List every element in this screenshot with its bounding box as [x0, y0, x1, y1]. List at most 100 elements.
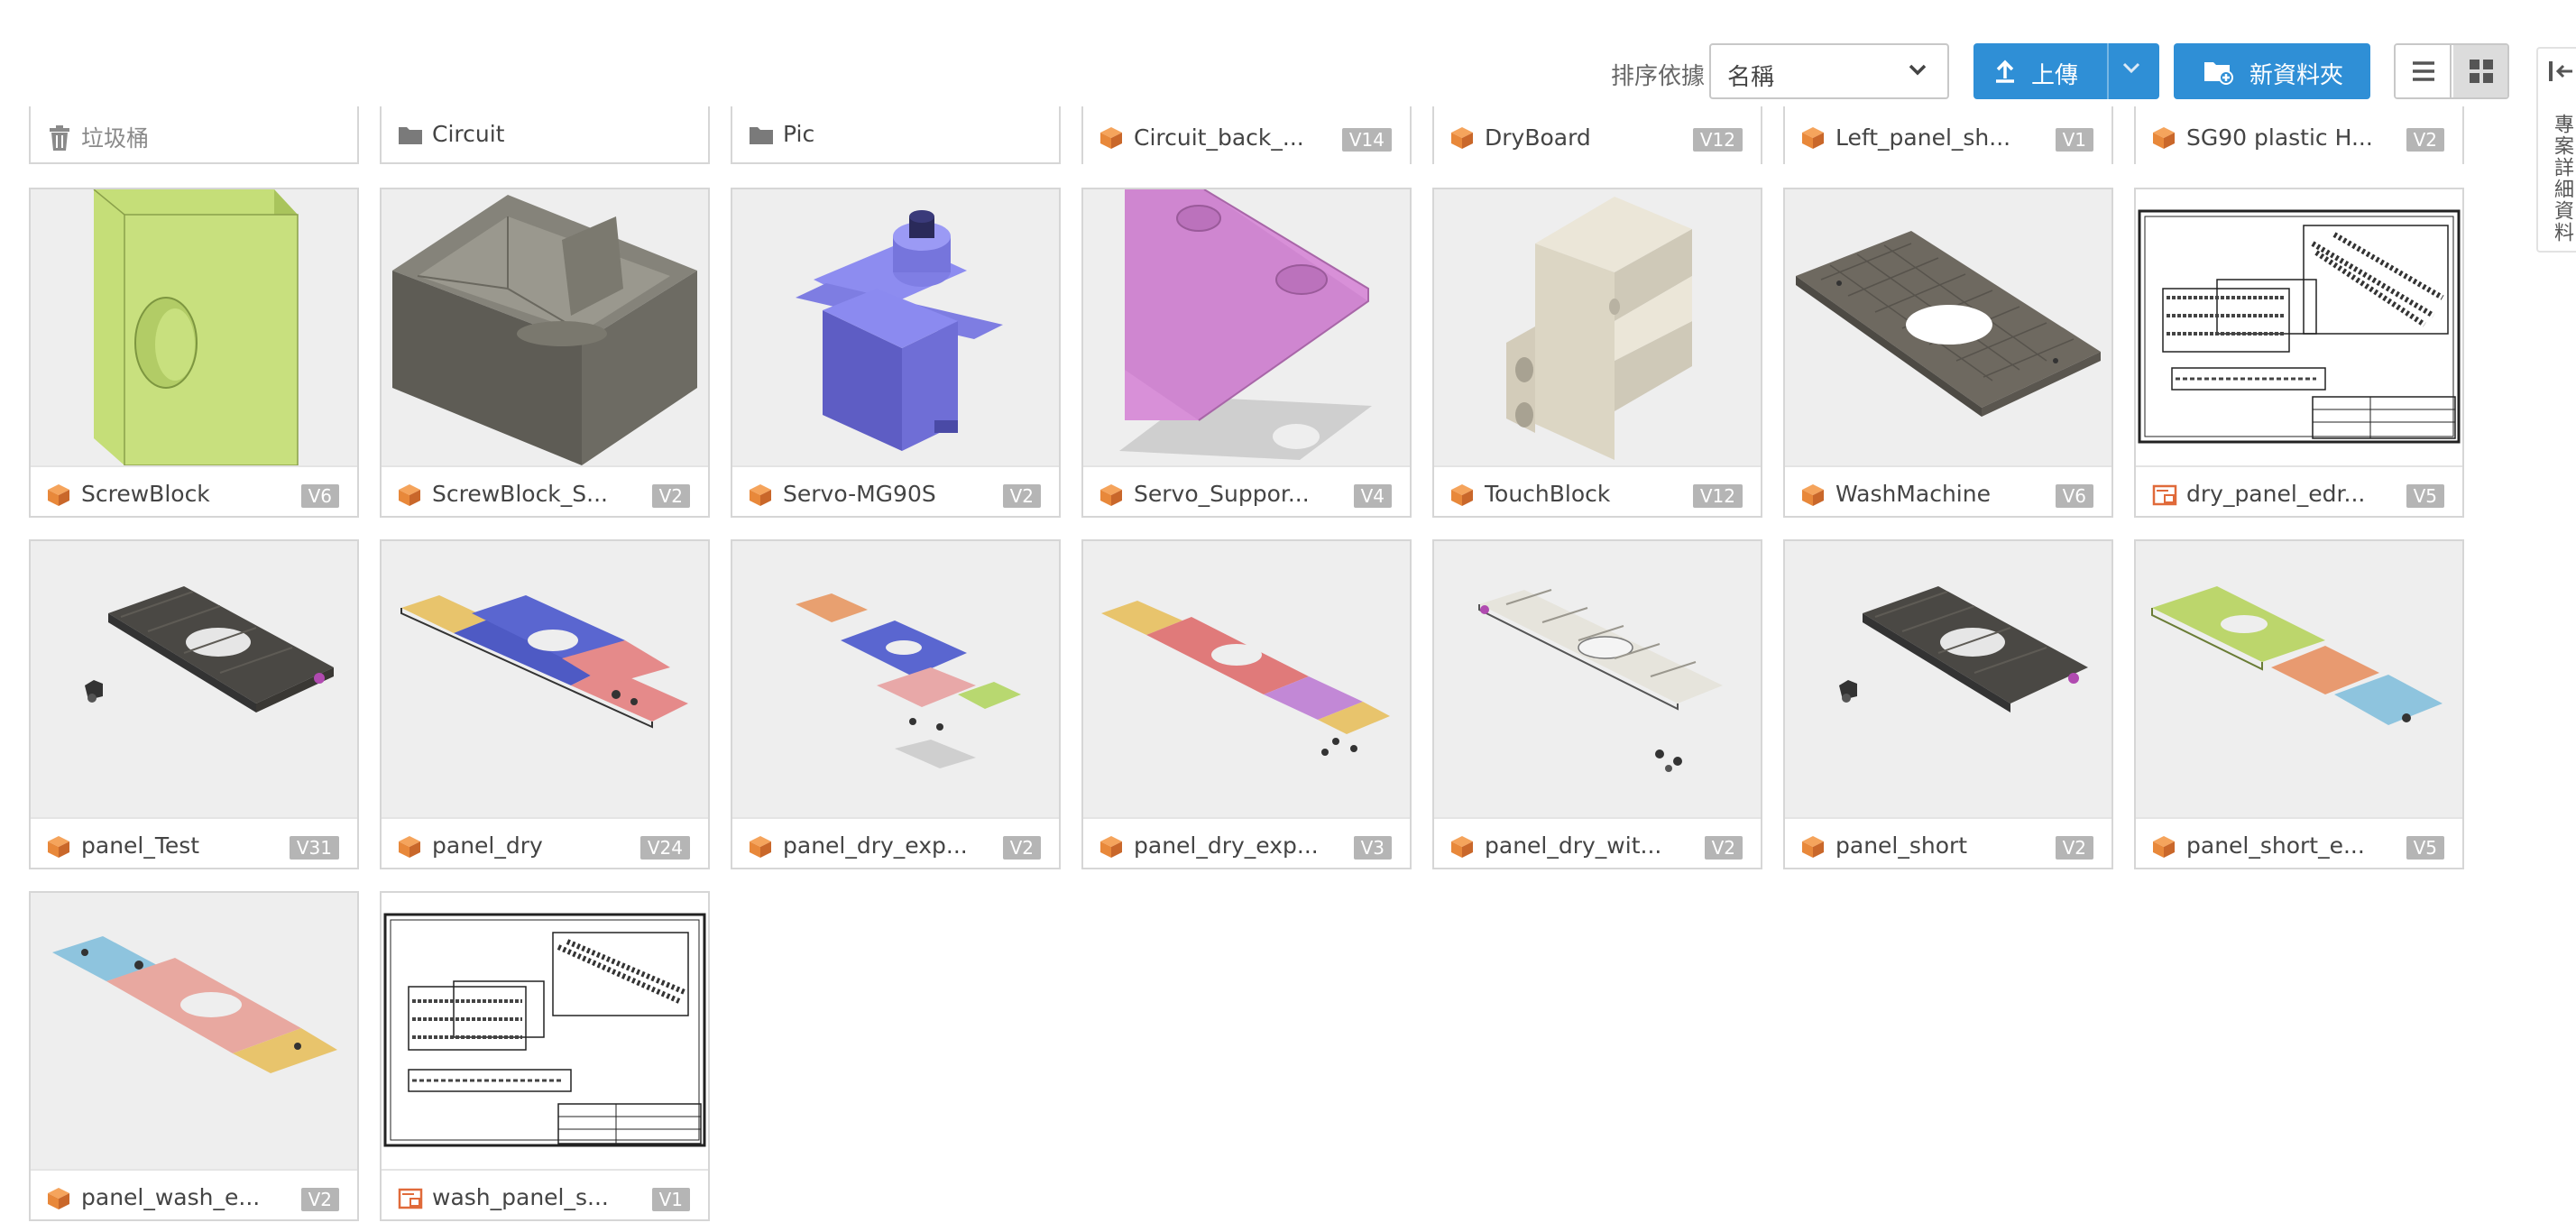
model-file-icon	[399, 484, 420, 506]
upload-label: 上傳	[2031, 62, 2079, 89]
model-file-icon	[1802, 836, 1824, 858]
drawing-file-icon	[398, 1188, 423, 1209]
list-view-button[interactable]	[2396, 45, 2452, 97]
model-file-icon	[399, 836, 420, 858]
trash-folder[interactable]: 垃圾桶	[29, 106, 359, 164]
model-file-icon	[1451, 484, 1473, 506]
file-card[interactable]: panel_wash_e... V2	[29, 891, 359, 1221]
file-card[interactable]: WashMachine V6	[1783, 188, 2113, 518]
file-footer: Servo_Suppor... V4	[1083, 465, 1410, 518]
folder-circuit[interactable]: Circuit	[380, 106, 710, 164]
version-badge: V31	[289, 836, 339, 860]
file-thumbnail	[2136, 189, 2462, 465]
file-footer: Servo-MG90S V2	[732, 465, 1059, 518]
file-card[interactable]: Left_panel_sh... V1	[1783, 106, 2113, 164]
toolbar: 排序依據 名稱 上傳 新資料夾	[0, 43, 2576, 101]
file-thumbnail	[1083, 541, 1410, 817]
file-card[interactable]: Servo_Suppor... V4	[1081, 188, 1412, 518]
model-file-icon	[1100, 484, 1122, 506]
version-badge: V1	[2055, 128, 2093, 152]
model-file-icon	[2153, 836, 2175, 858]
file-card[interactable]: Circuit_back_... V14	[1081, 106, 1412, 164]
new-folder-button[interactable]: 新資料夾	[2174, 43, 2370, 99]
drawing-file-icon	[2152, 484, 2177, 506]
file-thumbnail	[31, 189, 357, 465]
file-thumbnail	[2136, 541, 2462, 817]
sort-select[interactable]: 名稱	[1709, 43, 1949, 99]
file-card[interactable]: panel_dry_exp... V2	[731, 539, 1061, 869]
file-card[interactable]: panel_dry_exp... V3	[1081, 539, 1412, 869]
file-thumbnail	[1083, 189, 1410, 465]
version-badge: V6	[300, 484, 339, 508]
version-badge: V2	[2055, 836, 2093, 860]
file-footer: WashMachine V6	[1785, 465, 2111, 518]
folder-name: 垃圾桶	[81, 125, 150, 152]
model-file-icon	[48, 1188, 69, 1209]
file-card[interactable]: wash_panel_s... V1	[380, 891, 710, 1221]
version-badge: V2	[1704, 836, 1743, 860]
file-thumbnail	[732, 189, 1059, 465]
top-row: 垃圾桶 Circuit Pic Circuit_back_... V14 Dry…	[0, 106, 2489, 164]
file-thumbnail	[382, 893, 708, 1169]
file-thumbnail	[1434, 541, 1761, 817]
file-thumbnail	[31, 893, 357, 1169]
file-name: Servo-MG90S	[783, 481, 936, 507]
version-badge: V2	[300, 1188, 339, 1211]
file-card[interactable]: DryBoard V12	[1432, 106, 1762, 164]
model-file-icon	[48, 484, 69, 506]
new-folder-label: 新資料夾	[2249, 62, 2344, 89]
file-card[interactable]: ScrewBlock V6	[29, 188, 359, 518]
file-footer: panel_dry V24	[382, 817, 708, 869]
file-card[interactable]: panel_dry_wit... V2	[1432, 539, 1762, 869]
file-name: panel_Test	[81, 832, 200, 859]
file-name: panel_dry_exp...	[1134, 832, 1319, 859]
file-card[interactable]: dry_panel_edr... V5	[2134, 188, 2464, 518]
file-name: panel_dry_exp...	[783, 832, 968, 859]
file-card[interactable]: SG90 plastic H... V2	[2134, 106, 2464, 164]
file-footer: dry_panel_edr... V5	[2136, 465, 2462, 518]
view-toggle	[2394, 43, 2509, 99]
file-name: SG90 plastic H...	[2186, 124, 2373, 151]
file-footer: panel_wash_e... V2	[31, 1169, 357, 1221]
panel-toggle-icon	[2549, 61, 2572, 81]
file-card[interactable]: TouchBlock V12	[1432, 188, 1762, 518]
folder-icon	[750, 127, 773, 144]
file-footer: ScrewBlock_S... V2	[382, 465, 708, 518]
grid-view-button[interactable]	[2453, 45, 2507, 97]
model-file-icon	[1802, 484, 1824, 506]
file-card[interactable]: panel_Test V31	[29, 539, 359, 869]
file-name: ScrewBlock	[81, 481, 210, 507]
version-badge: V12	[1692, 128, 1743, 152]
version-badge: V6	[2055, 484, 2093, 508]
file-thumbnail	[382, 189, 708, 465]
file-name: ScrewBlock_S...	[432, 481, 608, 507]
folder-icon	[399, 127, 422, 144]
file-card[interactable]: ScrewBlock_S... V2	[380, 188, 710, 518]
file-name: Left_panel_sh...	[1835, 124, 2011, 151]
model-file-icon	[1100, 836, 1122, 858]
file-thumbnail	[31, 541, 357, 817]
version-badge: V1	[651, 1188, 690, 1211]
project-details-label: 專案詳細資料	[2551, 114, 2573, 244]
file-name: panel_dry_wit...	[1485, 832, 1662, 859]
version-badge: V2	[2406, 128, 2444, 152]
file-card[interactable]: panel_short V2	[1783, 539, 2113, 869]
file-card[interactable]: Servo-MG90S V2	[731, 188, 1061, 518]
project-details-panel-tab[interactable]: 專案詳細資料	[2536, 47, 2576, 253]
version-badge: V5	[2406, 484, 2444, 508]
file-thumbnail	[1785, 189, 2111, 465]
upload-dropdown-chevron-icon[interactable]	[2121, 61, 2141, 76]
upload-split-divider	[2107, 43, 2109, 99]
file-card[interactable]: panel_dry V24	[380, 539, 710, 869]
upload-button[interactable]: 上傳	[1973, 43, 2159, 99]
file-name: panel_dry	[432, 832, 543, 859]
file-card[interactable]: panel_short_e... V5	[2134, 539, 2464, 869]
file-name: Circuit_back_...	[1134, 124, 1304, 151]
file-footer: panel_dry_wit... V2	[1434, 817, 1761, 869]
folder-name: Pic	[783, 121, 815, 147]
file-footer: panel_dry_exp... V2	[732, 817, 1059, 869]
model-file-icon	[1100, 127, 1122, 149]
folder-pic[interactable]: Pic	[731, 106, 1061, 164]
model-file-icon	[750, 836, 771, 858]
file-footer: panel_Test V31	[31, 817, 357, 869]
